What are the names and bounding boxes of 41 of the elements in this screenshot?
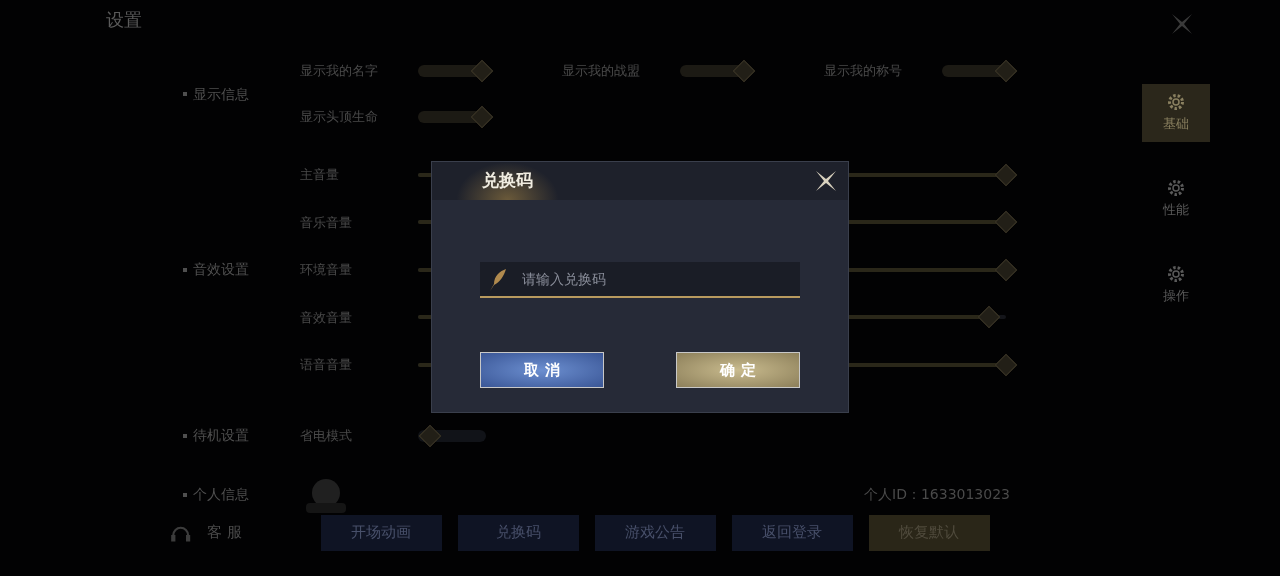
menu-button[interactable]: 游戏公告 [594,514,716,551]
section-title: 显示信息 [193,84,249,104]
gear-icon [1166,264,1186,285]
dialog-button[interactable]: 取 消 [480,352,604,388]
setting-label: 显示我的战盟 [562,62,641,81]
side-tab[interactable]: 操作 [1142,256,1210,314]
setting-label: 显示我的名字 [300,62,379,81]
menu-button[interactable]: 开场动画 [320,514,442,551]
close-icon[interactable] [814,169,838,193]
bullet-icon [183,492,187,497]
bullet-icon [183,267,187,272]
setting-label: 省电模式 [300,426,353,445]
setting-label: 显示头顶生命 [300,108,379,127]
side-tab[interactable]: 基础 [1142,84,1210,142]
toggle-switch[interactable] [418,59,494,83]
setting-label: 音乐音量 [300,213,353,232]
setting-label: 音效音量 [300,308,353,327]
setting-label: 环境音量 [300,261,353,279]
gear-icon [1166,92,1186,113]
dialog-button[interactable]: 确 定 [676,352,800,388]
bullet-icon [183,433,187,438]
section-title: 音效设置 [193,260,249,280]
user-id: 个人ID：1633013023 [864,485,1010,504]
setting-label: 显示我的称号 [824,62,903,81]
menu-button[interactable]: 返回登录 [731,514,853,551]
feather-icon [488,268,508,292]
side-tab[interactable]: 性能 [1142,170,1210,228]
toggle-switch[interactable] [942,59,1018,83]
menu-button[interactable]: 兑换码 [457,514,579,551]
customer-service-link[interactable]: 客 服 [207,521,315,544]
dialog-title: 兑换码 [456,162,559,200]
code-input-field[interactable]: 请输入兑换码 [480,262,800,298]
section-title: 待机设置 [193,426,249,445]
toggle-switch[interactable] [680,59,756,83]
section-title: 个人信息 [193,485,249,504]
bullet-icon [183,92,187,96]
setting-label: 主音量 [300,166,340,184]
gear-icon [1166,178,1186,199]
setting-label: 语音音量 [300,356,353,374]
toggle-switch[interactable] [418,105,494,129]
page-title: 设置 [106,8,142,32]
